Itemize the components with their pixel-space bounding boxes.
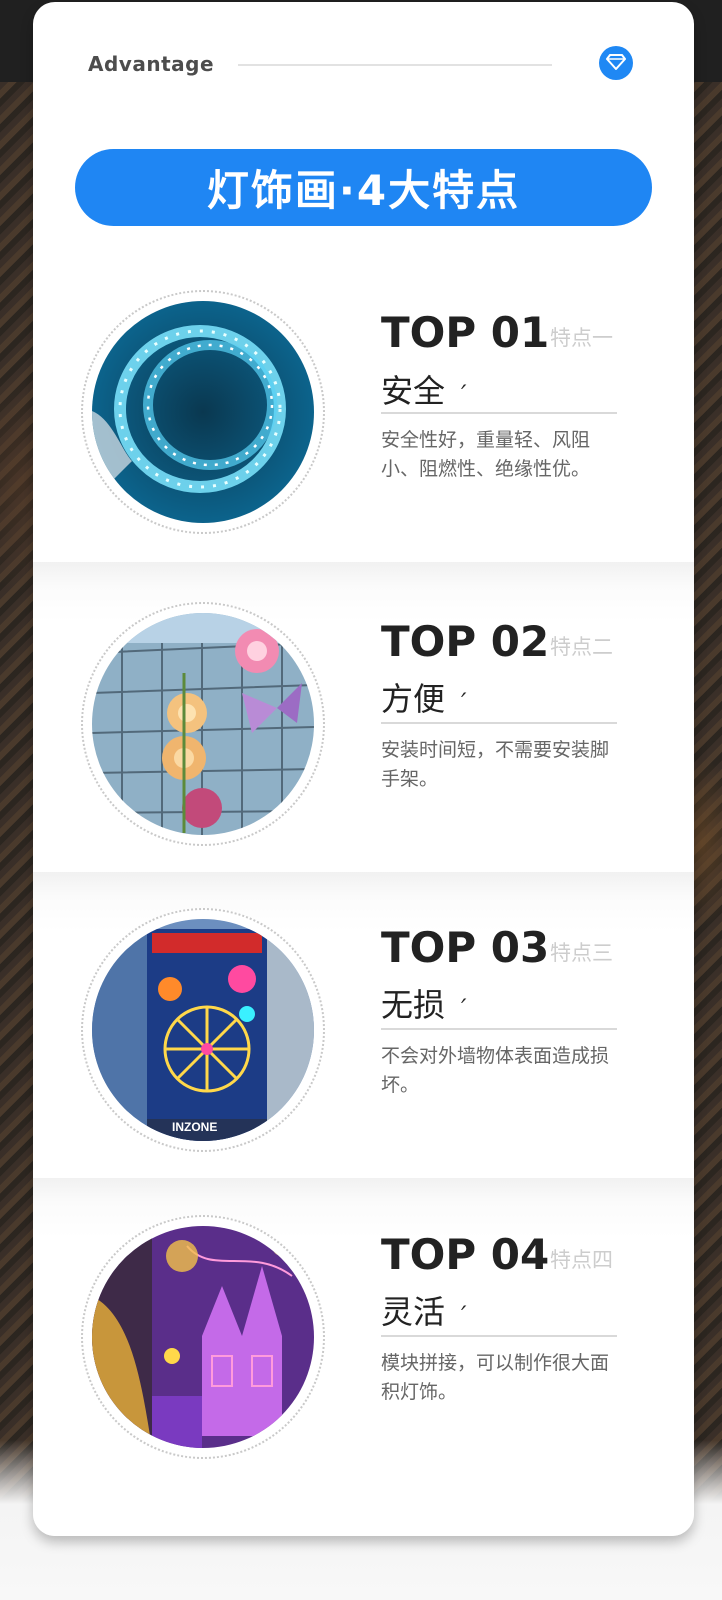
photo-frame (81, 1215, 325, 1459)
feature-number: TOP 03 (381, 923, 550, 972)
feature-section-4: TOP 04 特点四 灵活 ′ 模块拼接，可以制作很大面积灯饰。 (33, 1178, 694, 1536)
photo-frame (81, 290, 325, 534)
photo-sign-text: INZONE (172, 1120, 217, 1134)
feature-section-2: TOP 02 特点二 方便 ′ 安装时间短，不需要安装脚手架。 (33, 562, 694, 872)
feature-title: 无损 ′ (381, 980, 466, 1026)
feature-tag: 特点四 (550, 1248, 613, 1272)
photo-frame (81, 602, 325, 846)
flower-butterfly-wall-photo (92, 613, 314, 835)
header-divider (238, 64, 552, 66)
feature-section-1: TOP 01 特点一 安全 ′ 安全性好，重量轻、风阻小、阻燃性、绝缘性优。 (33, 282, 694, 562)
feature-mark: ′ (461, 1301, 467, 1329)
feature-title-text: 方便 (381, 680, 446, 718)
feature-title: 方便 ′ (381, 674, 466, 720)
feature-description: 安装时间短，不需要安装脚手架。 (381, 739, 610, 790)
feature-divider (381, 1028, 617, 1030)
advantage-label: Advantage (88, 52, 215, 76)
feature-number: TOP 01 (381, 308, 550, 357)
advantage-card: Advantage 灯饰画·4大特点 TOP 01 特点一 安全 ′ 安全性好，… (33, 2, 694, 1536)
feature-number: TOP 04 (381, 1230, 550, 1279)
feature-description: 安全性好，重量轻、风阻小、阻燃性、绝缘性优。 (381, 429, 591, 480)
feature-tag: 特点二 (550, 635, 613, 659)
feature-tag: 特点三 (550, 941, 613, 965)
feature-section-3: INZONE TOP 03 特点三 无损 ′ 不会对外墙物体表面造成损坏。 (33, 872, 694, 1178)
feature-divider (381, 412, 617, 414)
feature-title: 安全 ′ (381, 366, 466, 412)
castle-light-installation-photo (92, 1226, 314, 1448)
feature-title-text: 安全 (381, 372, 446, 410)
blue-rope-light-photo (92, 301, 314, 523)
diamond-button[interactable] (599, 46, 633, 80)
feature-title: 灵活 ′ (381, 1287, 466, 1333)
features-banner: 灯饰画·4大特点 (75, 149, 652, 226)
feature-description: 不会对外墙物体表面造成损坏。 (381, 1045, 610, 1096)
ferris-wheel-building-photo: INZONE (92, 919, 314, 1141)
feature-number: TOP 02 (381, 617, 550, 666)
feature-description: 模块拼接，可以制作很大面积灯饰。 (381, 1352, 610, 1403)
feature-mark: ′ (461, 994, 467, 1022)
diamond-icon (606, 51, 626, 75)
feature-mark: ′ (461, 380, 467, 408)
banner-title: 灯饰画·4大特点 (206, 166, 521, 215)
feature-divider (381, 722, 617, 724)
photo-frame: INZONE (81, 908, 325, 1152)
feature-divider (381, 1335, 617, 1337)
feature-title-text: 无损 (381, 986, 446, 1024)
feature-tag: 特点一 (550, 326, 613, 350)
feature-mark: ′ (461, 688, 467, 716)
feature-title-text: 灵活 (381, 1293, 446, 1331)
